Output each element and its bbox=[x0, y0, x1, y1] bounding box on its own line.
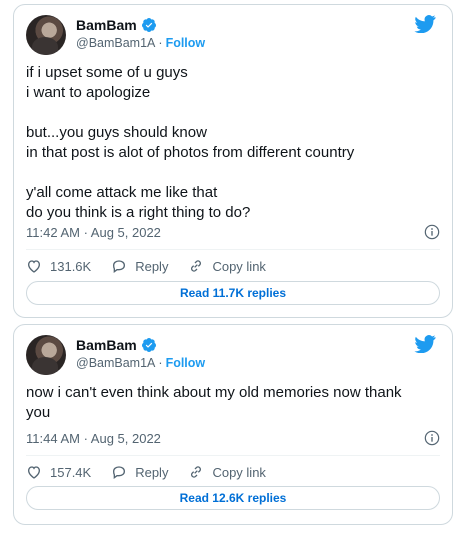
separator-dot: · bbox=[158, 36, 163, 50]
heart-icon bbox=[27, 466, 41, 479]
like-count: 131.6K bbox=[50, 258, 92, 274]
like-button[interactable]: 131.6K bbox=[26, 258, 91, 274]
reply-label: Reply bbox=[135, 464, 169, 480]
info-icon[interactable] bbox=[424, 224, 440, 240]
info-icon[interactable] bbox=[424, 430, 440, 446]
reply-bubble-icon bbox=[113, 466, 126, 479]
twitter-bird-icon[interactable] bbox=[414, 15, 436, 33]
author-name-row: BamBam bbox=[76, 17, 157, 33]
reply-bubble-icon bbox=[113, 260, 126, 273]
avatar[interactable] bbox=[26, 335, 66, 375]
read-replies-button[interactable]: Read 12.6K replies bbox=[26, 486, 440, 510]
divider bbox=[26, 249, 440, 250]
reply-button[interactable]: Reply bbox=[111, 464, 168, 480]
tweet-actions: 157.4K Reply Copy link bbox=[26, 464, 286, 480]
handle-row: @BamBam1A · Follow bbox=[76, 356, 205, 370]
tweet-text: if i upset some of u guys i want to apol… bbox=[26, 64, 355, 221]
tweet-actions: 131.6K Reply Copy link bbox=[26, 258, 286, 274]
handle-row: @BamBam1A · Follow bbox=[76, 36, 205, 50]
twitter-bird-icon[interactable] bbox=[414, 335, 436, 353]
like-button[interactable]: 157.4K bbox=[26, 464, 91, 480]
tweet-header: BamBam @BamBam1A · Follow bbox=[26, 15, 436, 55]
reply-label: Reply bbox=[135, 258, 169, 274]
tweet-timestamp[interactable]: 11:44 AM · Aug 5, 2022 bbox=[26, 431, 161, 446]
tweet-card[interactable]: BamBam @BamBam1A · Follow now i can't ev… bbox=[13, 324, 453, 525]
author-name[interactable]: BamBam bbox=[76, 17, 137, 33]
link-icon bbox=[191, 466, 202, 478]
tweet-text: now i can't even think about my old memo… bbox=[26, 384, 402, 421]
author-handle[interactable]: @BamBam1A bbox=[76, 36, 155, 50]
copy-link-button[interactable]: Copy link bbox=[188, 464, 266, 480]
author-name[interactable]: BamBam bbox=[76, 337, 137, 353]
verified-badge-icon bbox=[141, 338, 156, 352]
reply-button[interactable]: Reply bbox=[111, 258, 168, 274]
copy-link-label: Copy link bbox=[212, 258, 266, 274]
tweet-card[interactable]: BamBam @BamBam1A · Follow if i upset som… bbox=[13, 4, 453, 318]
separator-dot: · bbox=[158, 356, 163, 370]
follow-button[interactable]: Follow bbox=[166, 36, 206, 50]
like-count: 157.4K bbox=[50, 464, 92, 480]
verified-badge-icon bbox=[141, 18, 156, 32]
avatar[interactable] bbox=[26, 15, 66, 55]
heart-icon bbox=[27, 260, 41, 273]
read-replies-button[interactable]: Read 11.7K replies bbox=[26, 281, 440, 305]
author-name-row: BamBam bbox=[76, 337, 157, 353]
divider bbox=[26, 455, 440, 456]
copy-link-button[interactable]: Copy link bbox=[188, 258, 266, 274]
copy-link-label: Copy link bbox=[212, 464, 266, 480]
author-handle[interactable]: @BamBam1A bbox=[76, 356, 155, 370]
tweet-timestamp[interactable]: 11:42 AM · Aug 5, 2022 bbox=[26, 225, 161, 240]
link-icon bbox=[191, 260, 202, 272]
tweet-header: BamBam @BamBam1A · Follow bbox=[26, 335, 436, 375]
follow-button[interactable]: Follow bbox=[166, 356, 206, 370]
